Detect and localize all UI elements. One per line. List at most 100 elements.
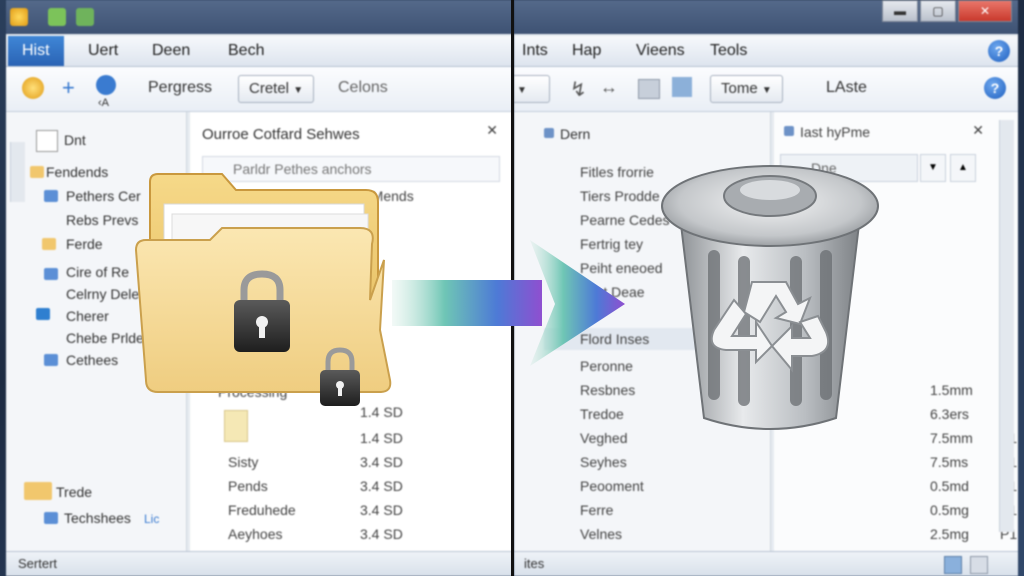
- file-name[interactable]: Resbnes: [580, 382, 635, 398]
- file-name[interactable]: Pends: [228, 478, 268, 494]
- new-folder-icon[interactable]: [22, 77, 44, 99]
- preview-icon[interactable]: [672, 77, 692, 97]
- window-controls: ▬ ▢ ✕: [880, 0, 1012, 22]
- folder-icon: [30, 166, 44, 178]
- pin-icon[interactable]: ✕: [972, 122, 984, 139]
- right-ribbon-tabs: Ints Hap Vieens Teols ?: [514, 36, 1018, 67]
- file-size: 1.5mm: [930, 382, 973, 398]
- file-name[interactable]: Aeyhoes: [228, 526, 282, 542]
- nav-header: Dern: [560, 126, 591, 142]
- app-icon[interactable]: [10, 8, 28, 26]
- create-dropdown[interactable]: Cretel ▼: [238, 75, 315, 103]
- tab-uert[interactable]: Uert: [88, 42, 118, 60]
- nav-header: Dnt: [64, 132, 86, 148]
- search-box[interactable]: Dne: [780, 154, 918, 182]
- file-size: 3 Mends: [360, 188, 414, 204]
- minimize-button[interactable]: ▬: [882, 0, 918, 22]
- chevron-down-icon[interactable]: ▼: [920, 154, 946, 182]
- tab-teols[interactable]: Teols: [710, 42, 747, 60]
- split-divider: [511, 0, 514, 576]
- tab-ints[interactable]: Ints: [522, 42, 548, 60]
- search-box[interactable]: Parldr Pethes anchors: [202, 156, 500, 182]
- nav-item[interactable]: Tiers Prodde: [580, 188, 660, 204]
- nav-item[interactable]: Fendends: [46, 164, 108, 180]
- close-icon[interactable]: ✕: [486, 122, 498, 139]
- add-icon[interactable]: +: [62, 75, 75, 101]
- user-icon[interactable]: [96, 75, 116, 95]
- file-size: 3.4 SD: [360, 526, 403, 542]
- tab-vieens[interactable]: Vieens: [636, 42, 685, 60]
- nav-link[interactable]: Lic: [144, 512, 159, 526]
- nav-item[interactable]: Pethers Cer: [66, 188, 141, 204]
- nav-item[interactable]: Cire of Re: [66, 264, 129, 280]
- back-dropdown[interactable]: ▼: [514, 75, 550, 103]
- maximize-button[interactable]: ▢: [920, 0, 956, 22]
- tab-deen[interactable]: Deen: [152, 42, 190, 60]
- file-size: 1.4 SD: [360, 430, 403, 446]
- nav-item[interactable]: Chebe Prlde: [66, 330, 144, 346]
- close-button[interactable]: ✕: [958, 0, 1012, 22]
- info-icon[interactable]: ?: [984, 77, 1006, 99]
- file-size: 7.5mm: [930, 430, 973, 446]
- progress-button[interactable]: Pergress: [148, 79, 212, 97]
- file-size: 2.5mg: [930, 526, 969, 542]
- nav-item[interactable]: Ferde: [66, 236, 103, 252]
- group-header: Flord Inses: [580, 331, 650, 347]
- refresh-icon[interactable]: ↯: [570, 77, 587, 102]
- nav-item[interactable]: Celrny Dele: [66, 286, 139, 302]
- nav-checkbox[interactable]: [36, 130, 58, 152]
- create-dropdown-label: Cretel: [249, 80, 290, 97]
- nav-item[interactable]: Fertrig tey: [580, 236, 643, 252]
- chevron-down-icon: ▼: [293, 85, 304, 96]
- file-name[interactable]: Processing: [218, 384, 287, 400]
- nav-item[interactable]: Fitles frorrie: [580, 164, 654, 180]
- back-icon[interactable]: [48, 8, 66, 26]
- file-size: 6.3ers: [930, 406, 969, 422]
- tiles-view-icon[interactable]: [970, 556, 988, 574]
- file-name[interactable]: Freduhede: [228, 502, 296, 518]
- file-name[interactable]: Veghed: [580, 430, 628, 446]
- folder-icon: [44, 190, 58, 202]
- status-text: Sertert: [18, 556, 58, 571]
- folder-icon: [44, 512, 58, 524]
- nav-item[interactable]: Peiht eneoed: [580, 260, 663, 276]
- file-size: 3.4 SD: [360, 478, 403, 494]
- search-box-text: Parldr Pethes anchors: [233, 161, 372, 177]
- checkbox-icon[interactable]: [784, 126, 794, 136]
- contacts-icon: [44, 354, 58, 366]
- nav-scrollbar[interactable]: [10, 142, 25, 202]
- properties-icon[interactable]: [76, 8, 94, 26]
- file-name[interactable]: Velnes: [580, 526, 622, 542]
- chevron-down-icon: ▼: [517, 85, 527, 96]
- tab-hist[interactable]: Hist: [8, 36, 64, 66]
- nav-item[interactable]: Rebs Prevs: [66, 212, 138, 228]
- file-size: 7.5ms: [930, 454, 969, 470]
- file-name[interactable]: Seyhes: [580, 454, 627, 470]
- file-name[interactable]: Peronne: [580, 358, 633, 374]
- tone-dropdown[interactable]: Tome ▼: [710, 75, 783, 103]
- nav-item[interactable]: Cethees: [66, 352, 118, 368]
- forward-icon[interactable]: ↔: [600, 77, 618, 98]
- nav-item[interactable]: Trede: [56, 484, 92, 500]
- chevron-up-icon[interactable]: ▲: [950, 154, 976, 182]
- help-icon[interactable]: ?: [988, 40, 1010, 62]
- nav-item[interactable]: Pearne Cedes: [580, 212, 670, 228]
- view-icon[interactable]: [638, 79, 660, 99]
- nav-item[interactable]: Techshees: [64, 510, 131, 526]
- tab-hap[interactable]: Hap: [572, 42, 601, 60]
- last-button[interactable]: LAste: [826, 79, 867, 97]
- columns-button[interactable]: Celons: [338, 79, 388, 97]
- tab-bech[interactable]: Bech: [228, 42, 264, 60]
- vertical-scrollbar[interactable]: [999, 120, 1014, 532]
- details-view-icon[interactable]: [944, 556, 962, 574]
- checkbox-icon[interactable]: [544, 128, 554, 138]
- nav-item[interactable]: Cherer: [66, 308, 109, 324]
- file-name[interactable]: Ferre: [580, 502, 613, 518]
- file-name[interactable]: Peooment: [580, 478, 644, 494]
- file-size: 3.4 SD: [360, 454, 403, 470]
- right-navigation-pane: Dern Fitles frorrie Tiers Prodde Pearne …: [514, 112, 1014, 552]
- file-name[interactable]: Tredoe: [580, 406, 624, 422]
- file-name[interactable]: Sisty: [228, 454, 258, 470]
- nav-item[interactable]: Fest Deae: [580, 284, 645, 300]
- list-header: Ourroe Cotfard Sehwes: [202, 126, 360, 143]
